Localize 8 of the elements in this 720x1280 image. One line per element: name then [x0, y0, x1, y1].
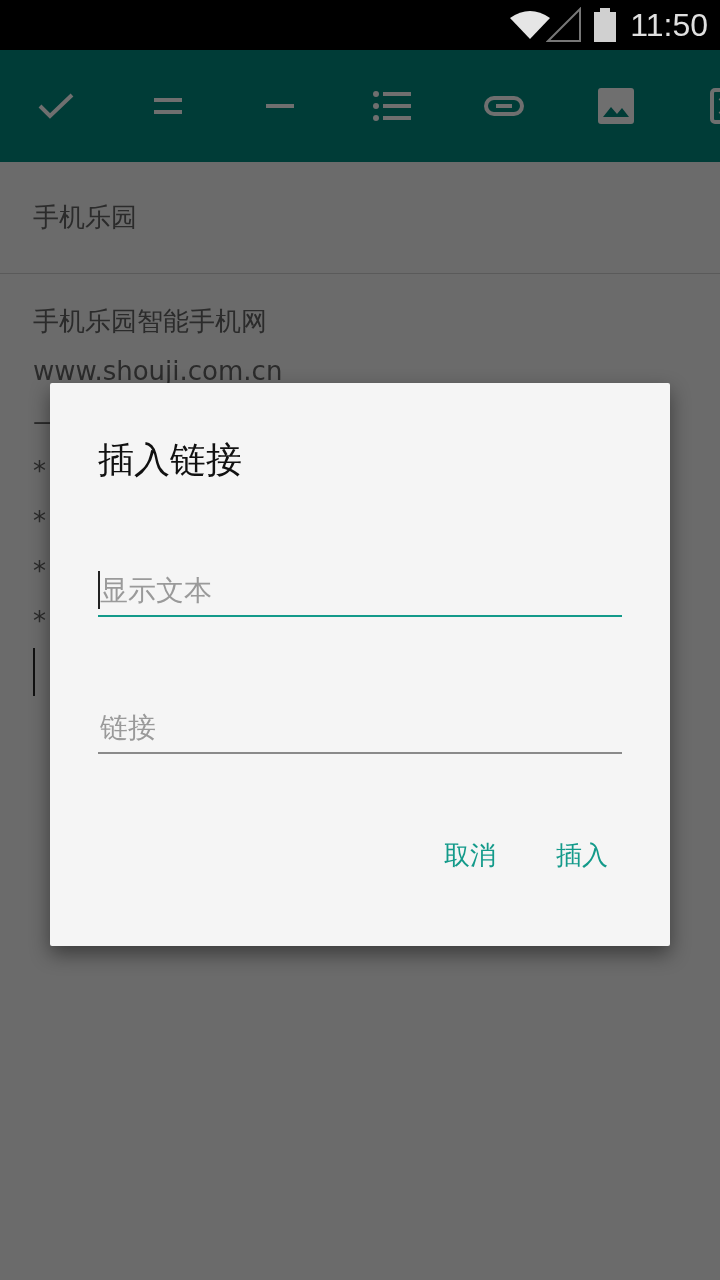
dialog-title: 插入链接	[98, 438, 242, 482]
note-line: www.shouji.com.cn	[33, 355, 283, 388]
note-line: *	[33, 505, 46, 538]
status-time: 11:50	[630, 6, 708, 44]
note-line: *	[33, 605, 46, 638]
note-line: *	[33, 555, 46, 588]
note-line: *	[33, 455, 46, 488]
note-line: 手机乐园智能手机网	[33, 305, 267, 338]
